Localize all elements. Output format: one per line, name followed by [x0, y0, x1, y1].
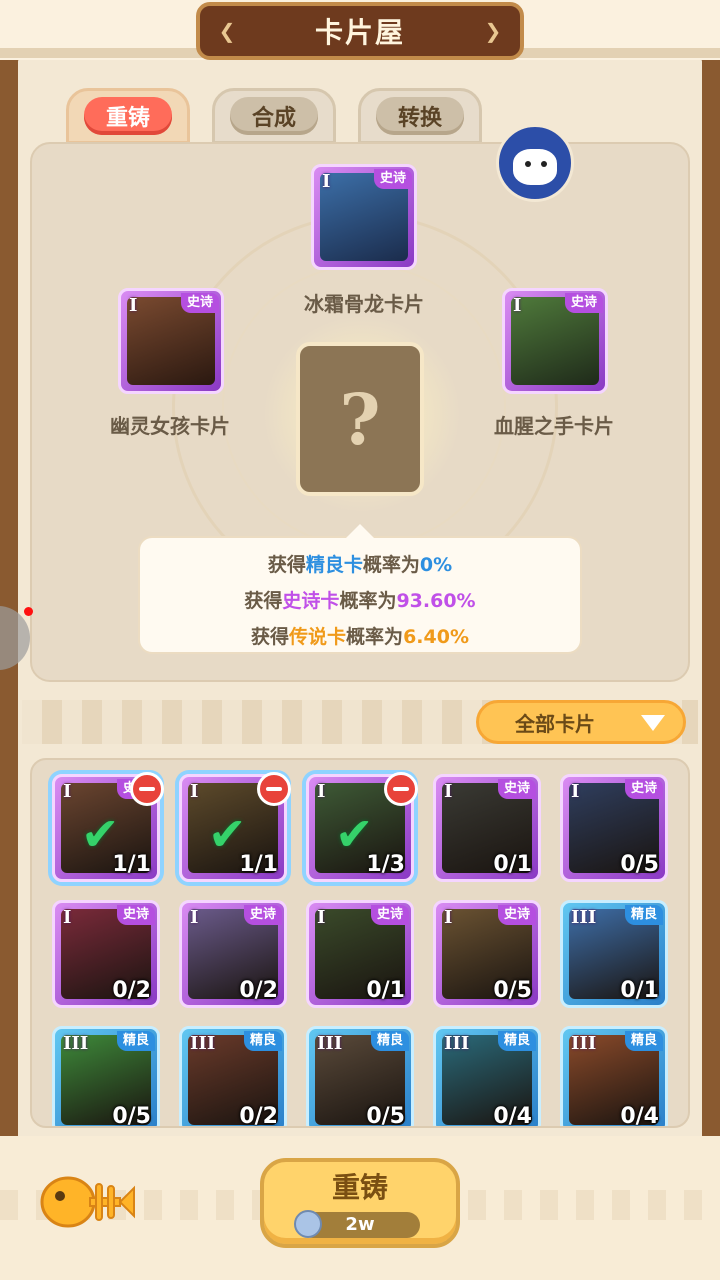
card-rarity-badge: 精良 [624, 905, 663, 925]
slot-right-name: 血腥之手卡片 [494, 414, 614, 438]
triangle-down-icon [641, 715, 665, 731]
probability-legend: 获得传说卡概率为6.40% [251, 626, 469, 648]
card-rarity-badge: 史诗 [373, 169, 412, 189]
card-rarity-badge: 史诗 [180, 293, 219, 313]
question-mark-icon: ? [339, 377, 381, 461]
notification-dot [24, 607, 33, 616]
card-tier: III [571, 907, 597, 928]
card-tier: I [190, 781, 199, 802]
card-count: 0/4 [493, 1104, 532, 1128]
card-count: 0/1 [366, 978, 405, 1003]
card-rarity-badge: 精良 [497, 1031, 536, 1051]
card-tier: I [444, 907, 453, 928]
card-count: 1/3 [366, 852, 405, 877]
slot-card-right[interactable]: I 史诗 [502, 288, 608, 394]
tab-synthesize-label: 合成 [230, 97, 318, 135]
title-bar: ❮ 卡片屋 ❯ [0, 0, 720, 60]
card-tier: I [129, 295, 138, 316]
card-rarity-badge: 精良 [624, 1031, 663, 1051]
slot-card-left[interactable]: I 史诗 [118, 288, 224, 394]
card-filter-dropdown[interactable]: 全部卡片 [476, 700, 686, 744]
tab-reforge-label: 重铸 [84, 97, 172, 135]
result-slot: ? [296, 342, 424, 496]
card-count: 0/2 [239, 1104, 278, 1128]
card-count: 0/5 [620, 852, 659, 877]
mascot-face [513, 149, 557, 185]
card-tier: I [190, 907, 199, 928]
card-rarity-badge: 史诗 [370, 905, 409, 925]
card-tier: I [322, 171, 331, 192]
card-count: 0/2 [112, 978, 151, 1003]
card-grid-item[interactable]: III 精良 0/4 [560, 1026, 668, 1128]
card-grid-item[interactable]: I 史诗 0/5 [560, 774, 668, 882]
card-rarity-badge: 精良 [370, 1031, 409, 1051]
card-grid-item[interactable]: III 精良 0/4 [433, 1026, 541, 1128]
card-grid-item[interactable]: I 史诗 0/5 [433, 900, 541, 1008]
card-rarity-badge: 精良 [243, 1031, 282, 1051]
card-tier: I [444, 781, 453, 802]
mascot-eye-right [541, 161, 547, 167]
card-tier: III [317, 1033, 343, 1054]
card-grid-item[interactable]: III 精良 0/5 [52, 1026, 160, 1128]
card-rarity-badge: 史诗 [243, 905, 282, 925]
page-title: 卡片屋 [314, 16, 405, 49]
card-rarity-badge: 史诗 [564, 293, 603, 313]
probability-epic: 获得史诗卡概率为93.60% [244, 590, 476, 612]
card-count: 0/2 [239, 978, 278, 1003]
card-count: 0/5 [112, 1104, 151, 1128]
card-grid-item[interactable]: I 史诗 0/2 [52, 900, 160, 1008]
coin-icon [294, 1210, 322, 1238]
slot-card-top[interactable]: I 史诗 [311, 164, 417, 270]
card-grid-item[interactable]: III 精良 0/5 [306, 1026, 414, 1128]
card-tier: III [444, 1033, 470, 1054]
tab-convert-label: 转换 [376, 97, 464, 135]
card-rarity-badge: 史诗 [624, 779, 663, 799]
probability-fine: 获得精良卡概率为0% [267, 554, 453, 576]
card-tier: III [63, 1033, 89, 1054]
card-tier: I [513, 295, 522, 316]
card-count: 0/1 [493, 852, 532, 877]
reforge-button-label: 重铸 [331, 1171, 388, 1204]
title-plate: ❮ 卡片屋 ❯ [196, 2, 524, 60]
card-tier: III [190, 1033, 216, 1054]
card-grid: I史诗✔1/1I✔1/1I✔1/3I史诗0/1I史诗0/5I史诗0/2I史诗0/… [30, 758, 690, 1128]
ornament-right-icon: ❯ [484, 19, 502, 43]
mascot-avatar[interactable] [496, 124, 574, 202]
card-grid-item[interactable]: III 精良 0/2 [179, 1026, 287, 1128]
card-grid-item[interactable]: I 史诗 0/1 [306, 900, 414, 1008]
card-tier: III [571, 1033, 597, 1054]
remove-card-button[interactable] [384, 772, 418, 806]
card-tier: I [63, 781, 72, 802]
probability-panel: 获得精良卡概率为0% 获得史诗卡概率为93.60% 获得传说卡概率为6.40% [138, 524, 582, 654]
card-tier: I [317, 907, 326, 928]
card-tier: I [571, 781, 580, 802]
fish-bone-icon[interactable] [38, 1168, 136, 1234]
card-tier: I [63, 907, 72, 928]
card-filter-label: 全部卡片 [515, 711, 595, 736]
card-tier: I [317, 781, 326, 802]
ornament-left-icon: ❮ [218, 19, 236, 43]
card-count: 0/5 [366, 1104, 405, 1128]
card-rarity-badge: 史诗 [497, 905, 536, 925]
slot-left-name: 幽灵女孩卡片 [110, 414, 230, 438]
tab-reforge[interactable]: 重铸 [66, 88, 190, 144]
card-rarity-badge: 史诗 [497, 779, 536, 799]
remove-card-button[interactable] [130, 772, 164, 806]
remove-card-button[interactable] [257, 772, 291, 806]
tab-convert[interactable]: 转换 [358, 88, 482, 144]
mascot-eye-left [525, 161, 531, 167]
tab-synthesize[interactable]: 合成 [212, 88, 336, 144]
card-rarity-badge: 史诗 [116, 905, 155, 925]
card-rarity-badge: 精良 [116, 1031, 155, 1051]
card-grid-item[interactable]: III 精良 0/1 [560, 900, 668, 1008]
card-grid-item[interactable]: I 史诗 0/1 [433, 774, 541, 882]
reforge-button[interactable]: 重铸 2w [260, 1158, 460, 1248]
card-count: 1/1 [112, 852, 151, 877]
slot-top-name: 冰霜骨龙卡片 [304, 292, 424, 316]
card-count: 0/4 [620, 1104, 659, 1128]
card-count: 0/5 [493, 978, 532, 1003]
card-grid-item[interactable]: I 史诗 0/2 [179, 900, 287, 1008]
card-count: 0/1 [620, 978, 659, 1003]
card-count: 1/1 [239, 852, 278, 877]
